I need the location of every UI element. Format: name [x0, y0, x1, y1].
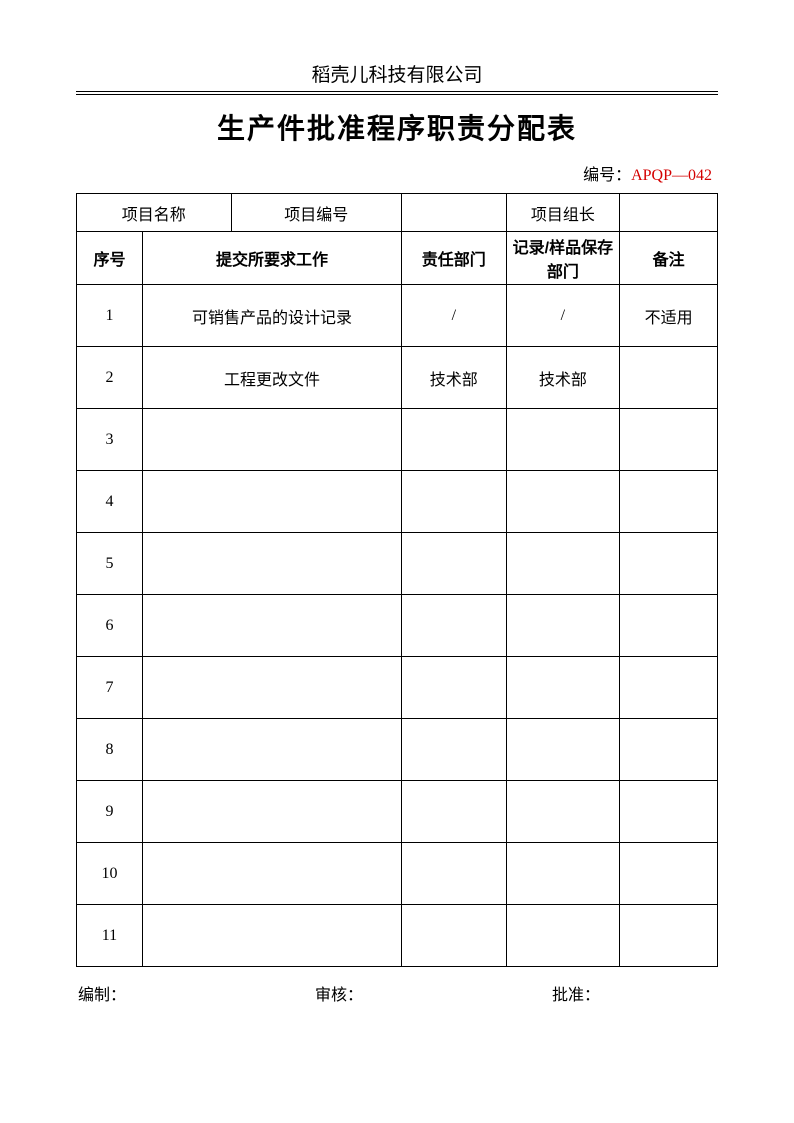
header-seq: 序号 — [77, 232, 143, 285]
cell-seq: 8 — [77, 719, 143, 781]
document-title: 生产件批准程序职责分配表 — [76, 107, 718, 147]
cell-work — [142, 843, 401, 905]
cell-remark — [620, 471, 718, 533]
cell-seq: 5 — [77, 533, 143, 595]
cell-work: 工程更改文件 — [142, 347, 401, 409]
table-row: 8 — [77, 719, 718, 781]
prepared-by: 编制： — [78, 981, 238, 1005]
table-row: 11 — [77, 905, 718, 967]
cell-dept — [402, 781, 507, 843]
cell-remark — [620, 657, 718, 719]
cell-seq: 10 — [77, 843, 143, 905]
cell-dept: 技术部 — [402, 347, 507, 409]
cell-dept — [402, 409, 507, 471]
cell-work — [142, 719, 401, 781]
table-row: 3 — [77, 409, 718, 471]
cell-dept — [402, 657, 507, 719]
cell-record: / — [506, 285, 620, 347]
cell-record — [506, 781, 620, 843]
cell-seq: 9 — [77, 781, 143, 843]
footer: 编制： 审核： 批准： — [76, 981, 718, 1005]
cell-remark — [620, 347, 718, 409]
cell-seq: 4 — [77, 471, 143, 533]
cell-record — [506, 533, 620, 595]
header-work: 提交所要求工作 — [142, 232, 401, 285]
cell-work — [142, 595, 401, 657]
cell-seq: 6 — [77, 595, 143, 657]
cell-work: 可销售产品的设计记录 — [142, 285, 401, 347]
cell-record — [506, 471, 620, 533]
cell-work — [142, 471, 401, 533]
cell-dept — [402, 595, 507, 657]
cell-work — [142, 781, 401, 843]
approved-by: 批准： — [552, 981, 712, 1005]
table-row: 5 — [77, 533, 718, 595]
cell-work — [142, 533, 401, 595]
docno-label: 编号： — [583, 167, 631, 184]
cell-remark: 不适用 — [620, 285, 718, 347]
table-row: 9 — [77, 781, 718, 843]
docno-value: APQP—042 — [631, 167, 712, 184]
cell-record — [506, 719, 620, 781]
cell-remark — [620, 905, 718, 967]
divider — [76, 91, 718, 95]
cell-record — [506, 843, 620, 905]
cell-record — [506, 905, 620, 967]
header-row: 序号 提交所要求工作 责任部门 记录/样品保存部门 备注 — [77, 232, 718, 285]
cell-record — [506, 595, 620, 657]
cell-dept — [402, 533, 507, 595]
project-name-label: 项目名称 — [77, 194, 232, 232]
cell-seq: 1 — [77, 285, 143, 347]
cell-seq: 3 — [77, 409, 143, 471]
cell-remark — [620, 533, 718, 595]
cell-dept — [402, 471, 507, 533]
cell-work — [142, 657, 401, 719]
table-row: 4 — [77, 471, 718, 533]
cell-record — [506, 657, 620, 719]
table-row: 6 — [77, 595, 718, 657]
meta-row: 项目名称 项目编号 项目组长 — [77, 194, 718, 232]
cell-dept: / — [402, 285, 507, 347]
cell-seq: 2 — [77, 347, 143, 409]
table-row: 1可销售产品的设计记录//不适用 — [77, 285, 718, 347]
cell-remark — [620, 719, 718, 781]
cell-work — [142, 905, 401, 967]
cell-seq: 7 — [77, 657, 143, 719]
cell-work — [142, 409, 401, 471]
document-number: 编号：APQP—042 — [76, 161, 718, 185]
cell-record — [506, 409, 620, 471]
cell-remark — [620, 595, 718, 657]
table-row: 10 — [77, 843, 718, 905]
reviewed-by: 审核： — [315, 981, 475, 1005]
company-name: 稻壳儿科技有限公司 — [76, 60, 718, 91]
cell-remark — [620, 781, 718, 843]
project-code-value — [402, 194, 507, 232]
project-code-label: 项目编号 — [231, 194, 401, 232]
cell-dept — [402, 719, 507, 781]
table-row: 2工程更改文件技术部技术部 — [77, 347, 718, 409]
cell-remark — [620, 843, 718, 905]
leader-value — [620, 194, 718, 232]
cell-dept — [402, 905, 507, 967]
cell-remark — [620, 409, 718, 471]
allocation-table: 项目名称 项目编号 项目组长 序号 提交所要求工作 责任部门 记录/样品保存部门… — [76, 193, 718, 967]
cell-seq: 11 — [77, 905, 143, 967]
header-dept: 责任部门 — [402, 232, 507, 285]
leader-label: 项目组长 — [506, 194, 620, 232]
header-remark: 备注 — [620, 232, 718, 285]
cell-dept — [402, 843, 507, 905]
table-row: 7 — [77, 657, 718, 719]
header-record: 记录/样品保存部门 — [506, 232, 620, 285]
cell-record: 技术部 — [506, 347, 620, 409]
